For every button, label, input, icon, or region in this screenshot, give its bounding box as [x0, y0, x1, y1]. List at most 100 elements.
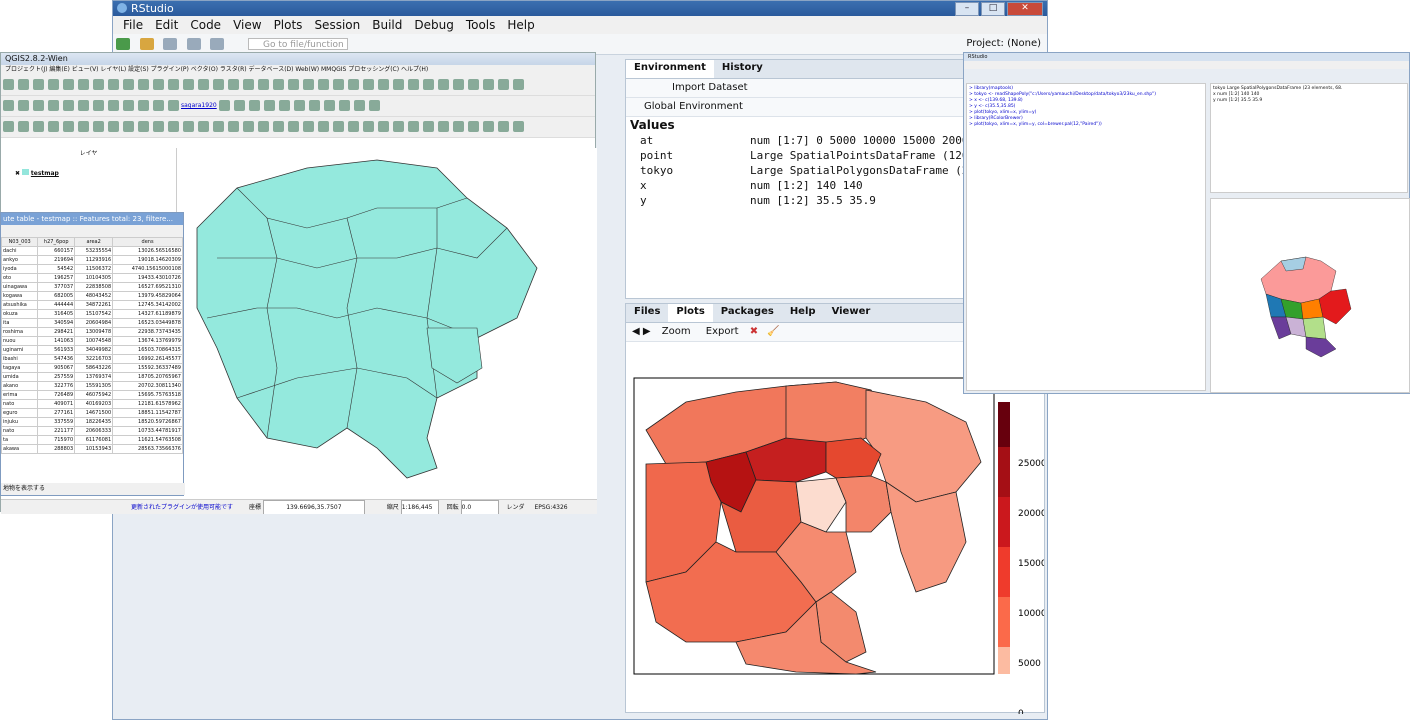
table-row[interactable]: tagaya 905067 58643226 15592.36337489 — [0, 363, 183, 373]
table-cell[interactable]: 20606333 — [74, 426, 114, 436]
table-cell[interactable]: 16523.03449878 — [112, 318, 183, 328]
table-cell[interactable]: 141063 — [37, 336, 76, 346]
table-cell[interactable]: 18520.59726867 — [112, 417, 183, 427]
remove-plot-icon[interactable]: ✖ — [750, 326, 758, 337]
menu-tools[interactable]: Tools — [460, 16, 502, 34]
table-cell[interactable]: 15591305 — [74, 381, 114, 391]
table-cell[interactable]: iyoda — [0, 264, 39, 274]
table-cell[interactable]: 48043452 — [74, 291, 114, 301]
column-header[interactable]: N03_003 — [0, 237, 39, 247]
table-cell[interactable]: 15695.75763518 — [112, 390, 183, 400]
table-cell[interactable]: dachi — [0, 246, 39, 256]
table-row[interactable]: kogawa 682005 48043452 13979.45829064 — [0, 291, 183, 301]
table-cell[interactable]: 298421 — [37, 327, 76, 337]
show-features-button[interactable]: 地物を表示する — [1, 483, 185, 495]
table-cell[interactable]: 18226435 — [74, 417, 114, 427]
menu-build[interactable]: Build — [366, 16, 408, 34]
table-cell[interactable]: 10074548 — [74, 336, 114, 346]
table-cell[interactable]: 561933 — [37, 345, 76, 355]
table-row[interactable]: ita 340594 20604984 16523.03449878 — [0, 318, 183, 328]
inset-console[interactable]: > library(maptools) > tokyo <- readShape… — [966, 83, 1206, 391]
table-cell[interactable]: 10104305 — [74, 273, 114, 283]
table-cell[interactable]: 34049982 — [74, 345, 114, 355]
table-cell[interactable]: 10153943 — [74, 444, 114, 454]
import-dataset-button[interactable]: Import Dataset — [672, 82, 748, 93]
table-cell[interactable]: ta — [0, 435, 39, 445]
forward-arrow-icon[interactable]: ▶ — [643, 326, 651, 337]
table-cell[interactable]: 54542 — [37, 264, 76, 274]
menu-plots[interactable]: Plots — [268, 16, 309, 34]
table-cell[interactable]: akawa — [0, 444, 39, 454]
table-cell[interactable]: 15107542 — [74, 309, 114, 319]
menu-session[interactable]: Session — [308, 16, 366, 34]
table-row[interactable]: uinagawa 377037 22838508 16527.69521310 — [0, 282, 183, 292]
table-row[interactable]: atsushika 444444 34872261 12745.34142002 — [0, 300, 183, 310]
coord-field[interactable]: 139.6696,35.7507 — [262, 500, 365, 514]
table-row[interactable]: erima 726489 46075942 15695.75763518 — [0, 390, 183, 400]
print-icon[interactable] — [210, 38, 224, 50]
table-cell[interactable]: 14327.61189879 — [112, 309, 183, 319]
table-cell[interactable]: 46075942 — [74, 390, 114, 400]
table-row[interactable]: dachi 660157 53235554 13026.56516580 — [0, 246, 183, 256]
tab-viewer[interactable]: Viewer — [824, 304, 879, 322]
plugin-link[interactable]: sagara1920 — [181, 102, 217, 109]
table-cell[interactable]: 288803 — [37, 444, 76, 454]
table-cell[interactable]: 377037 — [37, 282, 76, 292]
table-cell[interactable]: 61176081 — [74, 435, 114, 445]
table-cell[interactable]: 221177 — [37, 426, 76, 436]
render-checkbox[interactable]: レンダ — [507, 504, 525, 511]
table-cell[interactable]: 660157 — [37, 246, 76, 256]
table-row[interactable]: nuou 141063 10074548 13674.13769979 — [0, 336, 183, 346]
qgis-menu-bar[interactable]: プロジェクト(J) 編集(E) ビュー(V) レイヤ(L) 設定(S) プラグイ… — [1, 65, 595, 75]
menu-code[interactable]: Code — [184, 16, 227, 34]
table-row[interactable]: ibashi 547436 32216703 16992.26145577 — [0, 354, 183, 364]
minimize-button[interactable]: – — [955, 2, 979, 16]
close-button[interactable]: ✕ — [1007, 2, 1043, 16]
table-cell[interactable]: 444444 — [37, 300, 76, 310]
menu-file[interactable]: File — [117, 16, 149, 34]
table-cell[interactable]: akano — [0, 381, 39, 391]
table-cell[interactable]: 32216703 — [74, 354, 114, 364]
table-cell[interactable]: ibashi — [0, 354, 39, 364]
tab-environment[interactable]: Environment — [626, 60, 714, 78]
new-file-icon[interactable] — [116, 38, 130, 50]
table-cell[interactable]: injuku — [0, 417, 39, 427]
table-cell[interactable]: 40169203 — [74, 399, 114, 409]
table-cell[interactable]: 14671500 — [74, 408, 114, 418]
tab-plots[interactable]: Plots — [668, 304, 713, 322]
table-cell[interactable]: uginami — [0, 345, 39, 355]
table-cell[interactable]: tagaya — [0, 363, 39, 373]
table-row[interactable]: nato 409071 40169203 12181.61578962 — [0, 399, 183, 409]
table-cell[interactable]: 22938.73743435 — [112, 327, 183, 337]
column-header[interactable]: area2 — [74, 237, 114, 247]
broom-icon[interactable]: 🧹 — [767, 326, 779, 337]
tab-packages[interactable]: Packages — [713, 304, 782, 322]
table-cell[interactable]: oto — [0, 273, 39, 283]
menu-debug[interactable]: Debug — [408, 16, 459, 34]
menu-help[interactable]: Help — [501, 16, 540, 34]
table-cell[interactable]: 19433.43010726 — [112, 273, 183, 283]
map-canvas[interactable] — [177, 148, 597, 508]
table-cell[interactable]: 11506372 — [74, 264, 114, 274]
table-cell[interactable]: 196257 — [37, 273, 76, 283]
table-cell[interactable]: 10733.44781917 — [112, 426, 183, 436]
plugin-update-notice[interactable]: 更新されたプラグインが使用可能です — [131, 504, 233, 511]
table-cell[interactable]: uinagawa — [0, 282, 39, 292]
save-all-icon[interactable] — [186, 38, 201, 50]
maximize-button[interactable]: □ — [981, 2, 1005, 16]
table-row[interactable]: akano 322776 15591305 20702.30811340 — [0, 381, 183, 391]
scale-field[interactable]: 1:186,445 — [400, 500, 439, 514]
table-cell[interactable]: roshima — [0, 327, 39, 337]
table-cell[interactable]: ita — [0, 318, 39, 328]
table-cell[interactable]: 16503.70864315 — [112, 345, 183, 355]
table-cell[interactable]: okuza — [0, 309, 39, 319]
open-folder-icon[interactable] — [139, 38, 154, 50]
table-row[interactable]: okuza 316405 15107542 14327.61189879 — [0, 309, 183, 319]
table-cell[interactable]: nato — [0, 426, 39, 436]
export-button[interactable]: Export — [706, 326, 739, 337]
table-cell[interactable]: 409071 — [37, 399, 76, 409]
table-cell[interactable]: eguro — [0, 408, 39, 418]
menu-edit[interactable]: Edit — [149, 16, 184, 34]
table-cell[interactable]: 547436 — [37, 354, 76, 364]
table-cell[interactable]: atsushika — [0, 300, 39, 310]
